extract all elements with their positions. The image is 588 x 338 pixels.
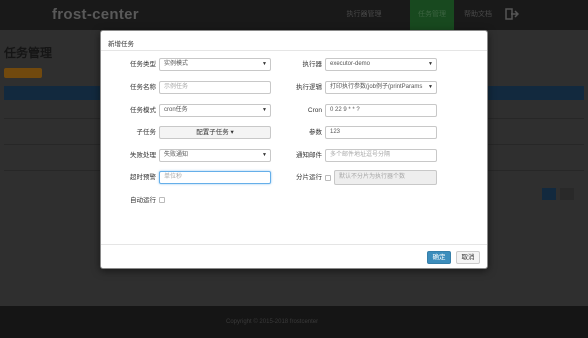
auto-run-checkbox[interactable] [159,197,165,203]
exec-logic-select[interactable]: 打印执行参数(job例子(printParams ▼ [325,81,437,94]
fail-handling-select[interactable]: 失败通知 ▼ [159,149,271,162]
fail-handling-label: 失败处理 [130,152,156,159]
sub-task-label: 子任务 [136,129,157,136]
cron-input[interactable]: 0 22 9 * * ? [325,104,437,117]
exec-logic-label: 执行逻辑 [296,84,322,91]
task-name-input[interactable]: 示例任务 [159,81,271,94]
executor-label: 执行器 [302,61,323,68]
fail-handling-value: 失败通知 [164,152,189,158]
chevron-down-icon: ▼ [428,61,433,67]
cancel-button[interactable]: 取消 [456,251,480,264]
modal-footer: 确定 取消 [101,244,487,269]
exec-logic-value: 打印执行参数(job例子(printParams [330,84,423,90]
alarm-email-label: 通知邮件 [296,152,322,159]
modal-header: 新增任务 [101,31,487,51]
task-name-label: 任务名称 [130,84,156,91]
shard-run-label: 分片运行 [296,174,322,181]
auto-run-label: 自动运行 [130,197,156,204]
chevron-down-icon: ▼ [428,84,433,90]
params-input[interactable]: 123 [325,126,437,139]
timeout-alarm-label: 超时预警 [130,174,156,181]
task-type-select[interactable]: 实例模式 ▼ [159,58,271,71]
modal-title: 新增任务 [108,41,134,48]
task-mode-label: 任务模式 [130,107,156,114]
executor-select[interactable]: executor-demo ▼ [325,58,437,71]
executor-value: executor-demo [330,61,371,67]
params-label: 参数 [309,129,322,136]
cron-label: Cron [307,107,322,114]
shard-run-checkbox[interactable] [325,175,331,181]
task-type-label: 任务类型 [130,61,156,68]
alarm-email-input[interactable]: 多个邮件地址逗号分隔 [325,149,437,162]
confirm-button[interactable]: 确定 [427,251,451,264]
add-task-modal: 新增任务 任务类型 实例模式 ▼ 执行器 executor-demo ▼ 任务名… [100,30,488,269]
task-type-value: 实例模式 [164,61,189,67]
timeout-input[interactable]: 单位秒 [159,171,271,184]
task-mode-select[interactable]: cron任务 ▼ [159,104,271,117]
shard-count-input[interactable]: 默认不分片为执行器个数 [334,170,437,185]
task-mode-value: cron任务 [164,107,188,113]
configure-subtask-button[interactable]: 配置子任务 ▾ [159,126,271,139]
